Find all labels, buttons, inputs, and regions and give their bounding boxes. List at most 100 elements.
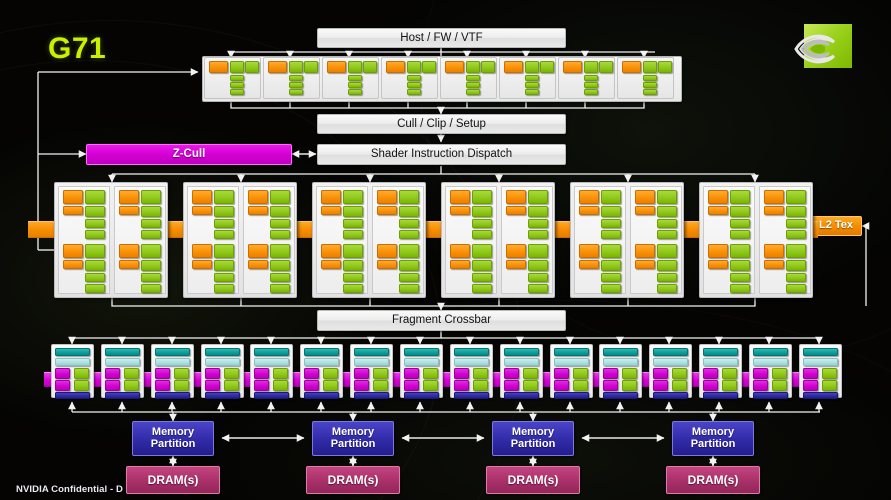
vertex-green-lane [230, 82, 244, 88]
rop-green-unit [472, 368, 488, 379]
rop-unit[interactable] [250, 344, 294, 399]
rop-light-teal-bar [154, 358, 190, 366]
fragment-orange-alu [635, 190, 655, 204]
memory-partition-line2: Partition [330, 437, 376, 450]
fragment-green-lane [270, 230, 290, 239]
dram-block[interactable]: DRAM(s) [126, 466, 220, 494]
fragment-green-lane [730, 284, 750, 293]
rop-magenta-unit [254, 380, 270, 391]
vertex-shader-unit[interactable] [617, 57, 674, 99]
rop-unit[interactable] [499, 344, 543, 399]
rop-green-unit [672, 368, 688, 379]
fragment-orange-alu [579, 244, 599, 258]
fragment-orange-alu [248, 190, 268, 204]
rop-unit[interactable] [748, 344, 792, 399]
rop-unit[interactable] [150, 344, 194, 399]
memory-partition-block[interactable]: Memory Partition [132, 421, 214, 456]
vertex-green-lane [230, 89, 244, 95]
rop-unit[interactable] [449, 344, 493, 399]
fragment-shader-group[interactable] [183, 182, 297, 298]
rop-teal-bar [703, 348, 739, 356]
fragment-orange-alu [63, 190, 83, 204]
vertex-shader-unit[interactable] [381, 57, 438, 99]
vertex-shader-unit[interactable] [322, 57, 379, 99]
vertex-orange-unit [445, 61, 464, 73]
vertex-shader-unit[interactable] [204, 57, 261, 99]
rop-green-unit [173, 368, 189, 379]
rop-magenta-unit [154, 380, 170, 391]
rop-unit[interactable] [51, 344, 94, 399]
fragment-orange-alu [321, 244, 341, 258]
fragment-green-lane [399, 230, 419, 239]
vertex-shader-unit[interactable] [499, 57, 556, 99]
fragment-green-lane [472, 230, 492, 239]
shader-instruction-dispatch-block[interactable]: Shader Instruction Dispatch [317, 144, 566, 165]
fragment-orange-tex [377, 206, 397, 215]
fragment-green-lane [270, 273, 290, 282]
fragment-shader-group[interactable] [699, 182, 813, 298]
rop-unit[interactable] [300, 344, 344, 399]
fragment-shader-group[interactable] [54, 182, 168, 298]
memory-partition-block[interactable]: Memory Partition [492, 421, 574, 456]
fragment-green-lane [601, 230, 621, 239]
rop-green-unit [572, 380, 588, 391]
rop-light-teal-bar [703, 358, 739, 366]
fragment-green-lane [786, 219, 806, 228]
fragment-shader-group[interactable] [441, 182, 555, 298]
rop-unit[interactable] [200, 344, 244, 399]
host-fw-vtf-block[interactable]: Host / FW / VTF [317, 28, 566, 48]
fragment-green-lane [343, 219, 363, 228]
rop-unit[interactable] [798, 344, 842, 399]
dram-block[interactable]: DRAM(s) [486, 466, 580, 494]
memory-partition-block[interactable]: Memory Partition [312, 421, 394, 456]
fragment-orange-alu [635, 244, 655, 258]
rop-unit[interactable] [699, 344, 743, 399]
fragment-orange-alu [506, 244, 526, 258]
fragment-green-alu [141, 190, 161, 204]
fragment-green-alu [85, 260, 105, 271]
vertex-green-unit [304, 61, 318, 73]
fragment-shader-group[interactable] [312, 182, 426, 298]
rop-unit[interactable] [399, 344, 443, 399]
rop-unit[interactable] [599, 344, 643, 399]
fragment-orange-tex [450, 206, 470, 215]
rop-magenta-unit [802, 368, 818, 379]
fragment-orange-tex [248, 260, 268, 269]
vertex-shader-unit[interactable] [440, 57, 497, 99]
rop-unit[interactable] [549, 344, 593, 399]
rop-blue-bar [503, 392, 539, 399]
fragment-shader-column [630, 186, 682, 294]
rop-unit[interactable] [100, 344, 144, 399]
rop-unit[interactable] [350, 344, 394, 399]
cull-clip-setup-block[interactable]: Cull / Clip / Setup [317, 114, 566, 134]
vertex-shader-unit[interactable] [263, 57, 320, 99]
vertex-shader-unit[interactable] [558, 57, 615, 99]
memory-partition-line1: Memory [151, 425, 195, 438]
dram-block[interactable]: DRAM(s) [306, 466, 400, 494]
rop-green-unit [771, 380, 787, 391]
rop-blue-bar [354, 392, 390, 399]
zcull-block[interactable]: Z-Cull [86, 144, 292, 165]
fragment-green-alu [214, 244, 234, 258]
fragment-green-lane [270, 284, 290, 293]
dram-block[interactable]: DRAM(s) [666, 466, 760, 494]
fragment-shader-group[interactable] [570, 182, 684, 298]
rop-magenta-unit [553, 368, 569, 379]
rop-teal-bar [154, 348, 190, 356]
fragment-crossbar-block[interactable]: Fragment Crossbar [317, 310, 566, 331]
fragment-green-lane [730, 219, 750, 228]
rop-unit[interactable] [649, 344, 693, 399]
fragment-green-alu [270, 190, 290, 204]
rop-magenta-unit [55, 368, 70, 379]
fragment-green-alu [270, 206, 290, 217]
memory-partition-block[interactable]: Memory Partition [672, 421, 754, 456]
fragment-green-lane [141, 273, 161, 282]
fragment-orange-alu [377, 244, 397, 258]
rop-magenta-unit [254, 368, 270, 379]
memory-partition-line1: Memory [331, 425, 375, 438]
rop-teal-bar [354, 348, 390, 356]
rop-magenta-unit [304, 380, 320, 391]
vertex-green-unit [658, 61, 672, 73]
fragment-green-alu [214, 190, 234, 204]
fragment-orange-alu [248, 244, 268, 258]
